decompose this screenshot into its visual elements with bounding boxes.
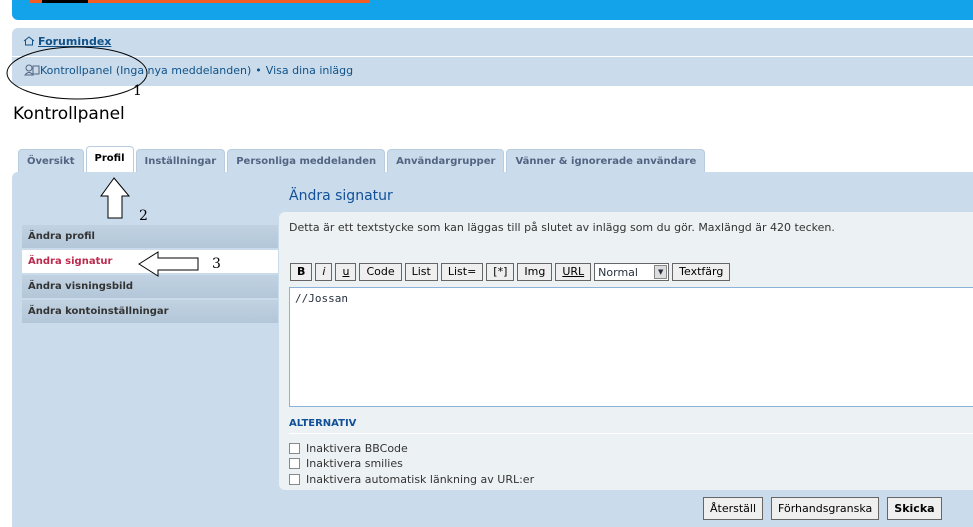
annotation-number-2: 2 — [139, 208, 148, 224]
annotation-ellipse — [6, 46, 148, 100]
annotation-number-1: 1 — [133, 83, 142, 99]
arrow-up-icon — [100, 177, 131, 219]
annotation-overlay — [6, 46, 199, 277]
arrow-left-icon — [138, 251, 199, 277]
annotation-number-3: 3 — [212, 256, 221, 272]
